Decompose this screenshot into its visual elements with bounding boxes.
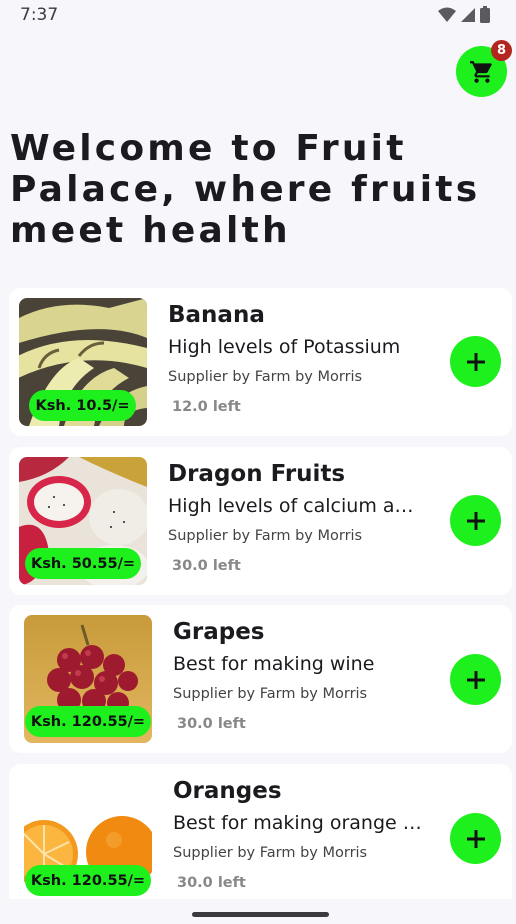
wifi-icon	[438, 7, 456, 22]
product-supplier: Supplier by Farm by Morris	[168, 528, 363, 544]
plus-icon	[466, 352, 485, 371]
battery-icon	[480, 6, 490, 23]
shopping-cart-icon	[469, 60, 492, 83]
product-name: Banana	[168, 302, 265, 328]
home-indicator[interactable]	[192, 912, 329, 917]
price-tag: Ksh. 120.55/=	[25, 706, 151, 737]
product-description: High levels of calcium and fibre	[168, 495, 420, 517]
product-name: Oranges	[173, 778, 282, 804]
product-card-banana[interactable]: Ksh. 10.5/= Banana High levels of Potass…	[9, 288, 512, 436]
product-supplier: Supplier by Farm by Morris	[168, 369, 363, 385]
add-to-cart-button[interactable]	[450, 654, 501, 705]
status-time: 7:37	[20, 5, 59, 25]
product-stock: 30.0 left	[172, 558, 241, 574]
add-to-cart-button[interactable]	[450, 495, 501, 546]
product-description: High levels of Potassium	[168, 336, 401, 358]
status-icons	[438, 6, 490, 23]
product-description: Best for making wine	[173, 653, 375, 675]
cart-count-badge: 8	[491, 40, 512, 61]
plus-icon	[466, 511, 485, 530]
product-card-grapes[interactable]: Ksh. 120.55/= Grapes Best for making win…	[9, 605, 512, 753]
product-name: Dragon Fruits	[168, 461, 346, 487]
product-card-dragon-fruits[interactable]: Ksh. 50.55/= Dragon Fruits High levels o…	[9, 447, 512, 595]
page-title: Welcome to Fruit Palace, where fruits me…	[10, 128, 481, 251]
product-supplier: Supplier by Farm by Morris	[173, 845, 368, 861]
signal-icon	[461, 7, 475, 22]
plus-icon	[466, 829, 485, 848]
product-name: Grapes	[173, 619, 265, 645]
product-stock: 30.0 left	[177, 875, 246, 891]
status-bar: 7:37	[0, 0, 516, 30]
product-supplier: Supplier by Farm by Morris	[173, 686, 368, 702]
product-stock: 30.0 left	[177, 716, 246, 732]
price-tag: Ksh. 120.55/=	[25, 865, 151, 896]
product-description: Best for making orange marmalade	[173, 812, 425, 834]
product-stock: 12.0 left	[172, 399, 241, 415]
price-tag: Ksh. 50.55/=	[25, 548, 141, 579]
add-to-cart-button[interactable]	[450, 336, 501, 387]
price-tag: Ksh. 10.5/=	[29, 390, 136, 421]
plus-icon	[466, 670, 485, 689]
add-to-cart-button[interactable]	[450, 813, 501, 864]
